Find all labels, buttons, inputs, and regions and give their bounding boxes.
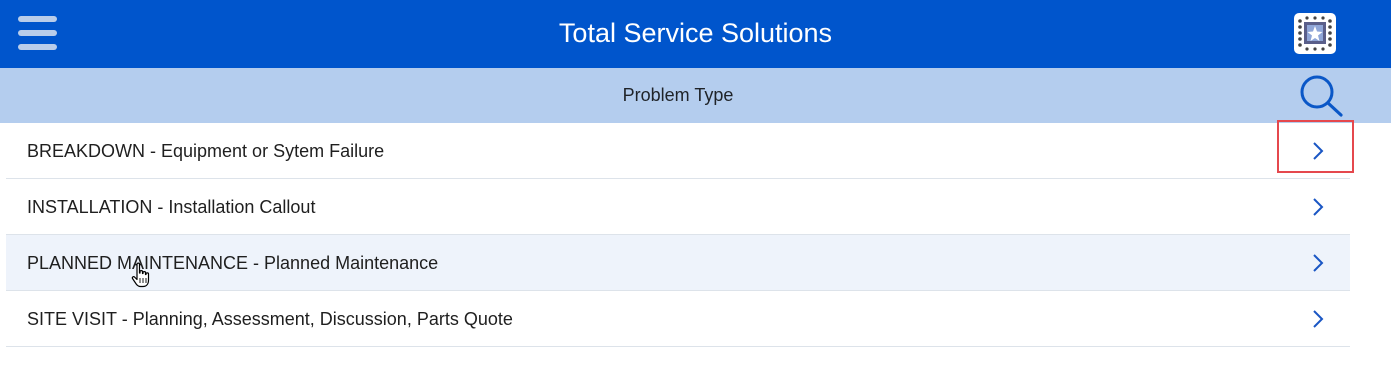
list-item-label: BREAKDOWN - Equipment or Sytem Failure xyxy=(27,141,385,161)
list-item-label: INSTALLATION - Installation Callout xyxy=(27,197,316,217)
chevron-right-icon[interactable] xyxy=(1309,196,1327,218)
list-item-planned-maintenance[interactable]: PLANNED MAINTENANCE - Planned Maintenanc… xyxy=(6,235,1350,291)
chevron-right-icon[interactable] xyxy=(1309,308,1327,330)
top-app-bar: Total Service Solutions xyxy=(0,0,1391,68)
list-item-label: SITE VISIT - Planning, Assessment, Discu… xyxy=(27,309,513,329)
app-title: Total Service Solutions xyxy=(558,18,833,48)
sub-header-bar: Problem Type xyxy=(0,68,1391,123)
search-icon[interactable] xyxy=(1298,73,1344,117)
list-item-installation[interactable]: INSTALLATION - Installation Callout xyxy=(6,179,1350,235)
hamburger-menu-icon[interactable] xyxy=(18,15,58,51)
list-item-label: PLANNED MAINTENANCE - Planned Maintenanc… xyxy=(27,253,439,273)
app-logo-icon[interactable] xyxy=(1294,13,1336,54)
app-window: Total Service Solutions Problem Type BRE… xyxy=(0,0,1391,378)
chevron-right-icon[interactable] xyxy=(1309,252,1327,274)
list-item-breakdown[interactable]: BREAKDOWN - Equipment or Sytem Failure xyxy=(6,123,1350,179)
problem-type-list: BREAKDOWN - Equipment or Sytem Failure I… xyxy=(6,123,1350,347)
chevron-right-icon[interactable] xyxy=(1309,140,1327,162)
page-title: Problem Type xyxy=(622,85,734,105)
list-item-site-visit[interactable]: SITE VISIT - Planning, Assessment, Discu… xyxy=(6,291,1350,347)
